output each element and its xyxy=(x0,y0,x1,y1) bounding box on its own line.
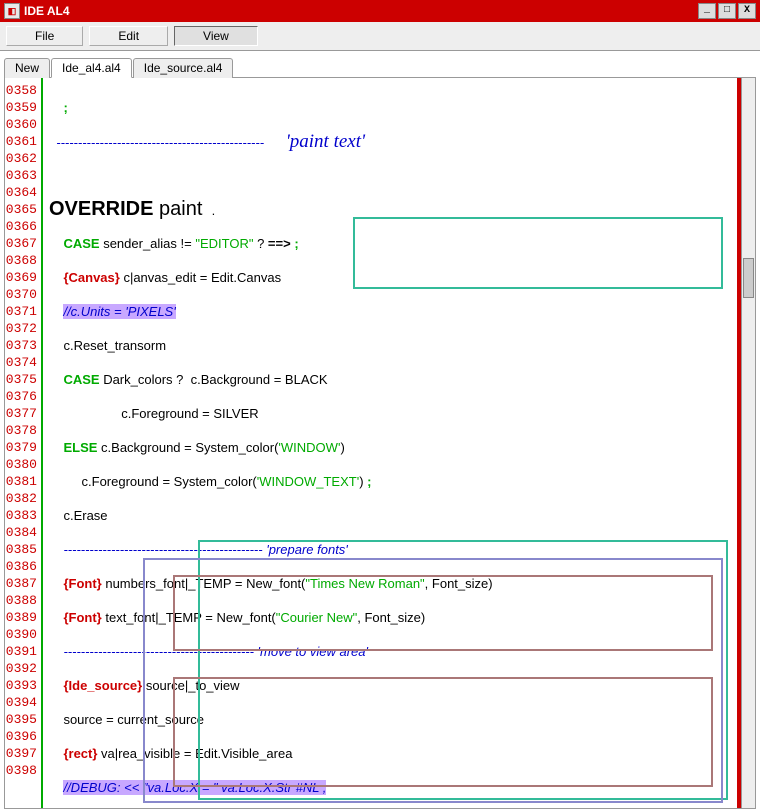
line-number: 0361 xyxy=(5,133,41,150)
line-number: 0374 xyxy=(5,354,41,371)
line-number: 0383 xyxy=(5,507,41,524)
line-number: 0394 xyxy=(5,694,41,711)
line-number-gutter: 0358035903600361036203630364036503660367… xyxy=(5,78,43,808)
line-number: 0378 xyxy=(5,422,41,439)
line-number: 0359 xyxy=(5,99,41,116)
line-number: 0396 xyxy=(5,728,41,745)
line-number: 0398 xyxy=(5,762,41,779)
window-title: IDE AL4 xyxy=(24,4,70,18)
line-number: 0368 xyxy=(5,252,41,269)
tab-ide-al4[interactable]: Ide_al4.al4 xyxy=(51,58,132,78)
close-button[interactable]: X xyxy=(738,3,756,19)
block-outline-brown-2 xyxy=(173,677,713,787)
line-number: 0373 xyxy=(5,337,41,354)
code-area[interactable]: ; --------------------------------------… xyxy=(43,78,755,808)
titlebar: ◧ IDE AL4 _ □ X xyxy=(0,0,760,22)
scrollbar-thumb[interactable] xyxy=(743,258,754,298)
tab-new[interactable]: New xyxy=(4,58,50,78)
tab-bar: New Ide_al4.al4 Ide_source.al4 xyxy=(4,57,756,78)
line-number: 0364 xyxy=(5,184,41,201)
line-number: 0382 xyxy=(5,490,41,507)
tab-ide-source[interactable]: Ide_source.al4 xyxy=(133,58,234,78)
line-number: 0386 xyxy=(5,558,41,575)
line-number: 0380 xyxy=(5,456,41,473)
menu-edit[interactable]: Edit xyxy=(89,26,168,46)
vertical-scrollbar[interactable] xyxy=(741,78,755,808)
line-number: 0387 xyxy=(5,575,41,592)
maximize-button[interactable]: □ xyxy=(718,3,736,19)
line-number: 0395 xyxy=(5,711,41,728)
minimize-button[interactable]: _ xyxy=(698,3,716,19)
line-number: 0369 xyxy=(5,269,41,286)
line-number: 0381 xyxy=(5,473,41,490)
line-number: 0388 xyxy=(5,592,41,609)
line-number: 0366 xyxy=(5,218,41,235)
app-icon: ◧ xyxy=(4,3,20,19)
block-outline-brown xyxy=(173,575,713,651)
line-number: 0391 xyxy=(5,643,41,660)
line-number: 0375 xyxy=(5,371,41,388)
block-outline-green xyxy=(353,217,723,289)
editor: 0358035903600361036203630364036503660367… xyxy=(4,78,756,809)
line-number: 0370 xyxy=(5,286,41,303)
line-number: 0397 xyxy=(5,745,41,762)
line-number: 0367 xyxy=(5,235,41,252)
line-number: 0362 xyxy=(5,150,41,167)
line-number: 0384 xyxy=(5,524,41,541)
line-number: 0377 xyxy=(5,405,41,422)
line-number: 0385 xyxy=(5,541,41,558)
line-number: 0393 xyxy=(5,677,41,694)
line-number: 0376 xyxy=(5,388,41,405)
line-number: 0360 xyxy=(5,116,41,133)
line-number: 0365 xyxy=(5,201,41,218)
line-number: 0389 xyxy=(5,609,41,626)
line-number: 0379 xyxy=(5,439,41,456)
line-number: 0392 xyxy=(5,660,41,677)
line-number: 0372 xyxy=(5,320,41,337)
line-number: 0390 xyxy=(5,626,41,643)
line-number: 0358 xyxy=(5,82,41,99)
line-number: 0363 xyxy=(5,167,41,184)
menu-file[interactable]: File xyxy=(6,26,83,46)
menu-view[interactable]: View xyxy=(174,26,258,46)
line-number: 0371 xyxy=(5,303,41,320)
workspace: New Ide_al4.al4 Ide_source.al4 035803590… xyxy=(0,51,760,809)
menubar: File Edit View xyxy=(0,22,760,51)
